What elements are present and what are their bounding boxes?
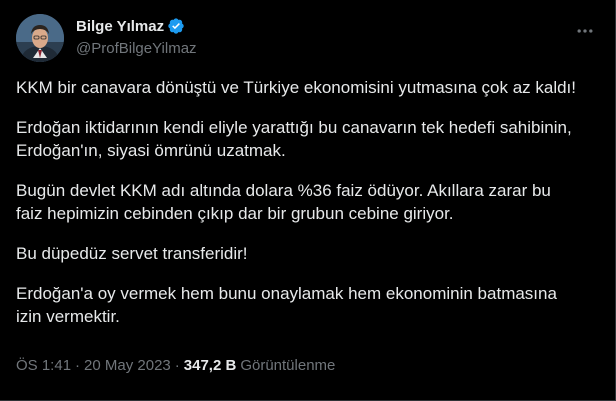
tweet-card: Bilge Yılmaz @ProfBilgeYilmaz KKM bir ca…: [0, 0, 616, 401]
meta-separator: ·: [75, 356, 81, 374]
views-label: Görüntülenme: [240, 356, 336, 374]
tweet-paragraph: Erdoğan'a oy vermek hem bunu onaylamak h…: [16, 284, 557, 326]
avatar[interactable]: [16, 14, 64, 62]
author-name[interactable]: Bilge Yılmaz: [76, 18, 164, 35]
tweet-date[interactable]: 20 May 2023: [84, 357, 171, 374]
tweet-paragraph: KKM bir canavara dönüştü ve Türkiye ekon…: [16, 78, 577, 97]
meta-separator: ·: [174, 356, 180, 374]
more-dots-icon: [577, 29, 593, 33]
tweet-paragraph: Bu düpedüz servet transferidir!: [16, 244, 248, 263]
tweet-time[interactable]: ÖS 1:41: [16, 357, 71, 374]
tweet-paragraph: Erdoğan iktidarının kendi eliyle yarattı…: [16, 118, 572, 160]
tweet-header: Bilge Yılmaz @ProfBilgeYilmaz: [76, 16, 556, 60]
tweet-meta: ÖS 1:41 · 20 May 2023 · 347,2 B Görüntül…: [16, 355, 335, 375]
author-handle[interactable]: @ProfBilgeYilmaz: [76, 40, 556, 60]
profile-photo-icon: [16, 14, 64, 62]
more-options-button[interactable]: [568, 14, 602, 48]
views-count: 347,2 B: [183, 356, 237, 374]
tweet-text: KKM bir canavara dönüştü ve Türkiye ekon…: [16, 76, 576, 345]
tweet-paragraph: Bugün devlet KKM adı altında dolara %36 …: [16, 181, 551, 223]
name-row: Bilge Yılmaz: [76, 16, 556, 36]
verified-badge-icon[interactable]: [167, 17, 185, 35]
